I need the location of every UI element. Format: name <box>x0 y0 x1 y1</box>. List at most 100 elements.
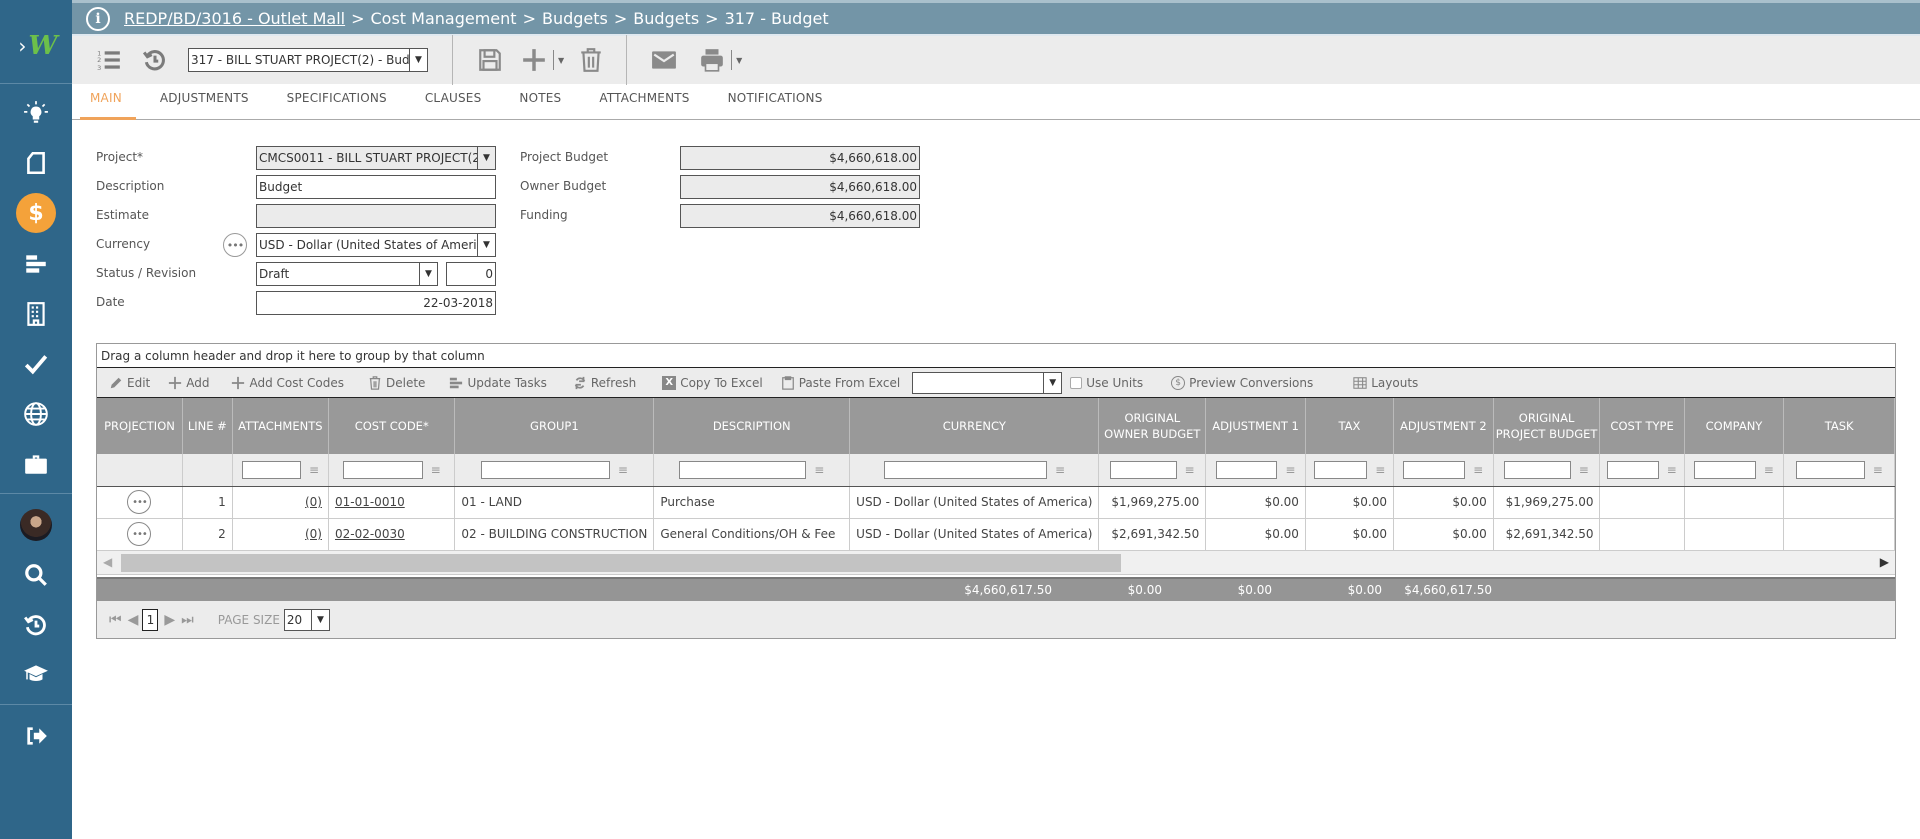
tab-attachments[interactable]: ATTACHMENTS <box>580 91 708 119</box>
column-header-projection[interactable]: PROJECTION <box>97 398 183 454</box>
filter-icon[interactable]: ≡ <box>431 463 441 477</box>
breadcrumb-root-link[interactable]: REDP/BD/3016 - Outlet Mall <box>124 9 345 28</box>
status-select[interactable]: Draft ▼ <box>256 262 438 286</box>
tab-adjustments[interactable]: ADJUSTMENTS <box>141 91 268 119</box>
revision-field[interactable]: 0 <box>446 262 496 286</box>
filter-input-original-project-budget[interactable] <box>1504 460 1571 479</box>
scroll-right-icon[interactable]: ▶ <box>1880 555 1889 569</box>
current-page[interactable]: 1 <box>142 608 159 631</box>
column-header-adjustment-1[interactable]: ADJUSTMENT 1 <box>1205 398 1306 454</box>
column-header-tax[interactable]: TAX <box>1305 398 1394 454</box>
sidebar-item-logout[interactable] <box>16 716 56 756</box>
edit-button[interactable]: Edit <box>109 376 150 390</box>
filter-input-cost-type[interactable] <box>1607 460 1659 479</box>
scrollbar-thumb[interactable] <box>121 554 1121 572</box>
sidebar-item-documents[interactable] <box>16 143 56 183</box>
tab-main[interactable]: MAIN <box>72 91 141 120</box>
column-header-description[interactable]: DESCRIPTION <box>653 398 851 454</box>
filter-input-attachments[interactable] <box>241 460 301 479</box>
attachments-link[interactable]: (0) <box>305 527 322 541</box>
column-header-currency[interactable]: CURRENCY <box>849 398 1100 454</box>
sidebar-expand-button[interactable]: › W <box>0 20 72 72</box>
tab-notifications[interactable]: NOTIFICATIONS <box>709 91 842 119</box>
tab-specifications[interactable]: SPECIFICATIONS <box>268 91 406 119</box>
filter-icon[interactable]: ≡ <box>814 463 824 477</box>
checkbox-icon[interactable] <box>1070 376 1083 389</box>
filter-input-currency[interactable] <box>883 460 1047 479</box>
add-row-button[interactable]: Add <box>168 376 209 390</box>
cost-code-link[interactable]: 02-02-0030 <box>335 527 405 541</box>
chevron-down-icon[interactable]: ▼ <box>477 234 495 256</box>
filter-input-tax[interactable] <box>1313 460 1368 479</box>
delete-row-button[interactable]: Delete <box>368 376 425 390</box>
filter-input-adjustment-2[interactable] <box>1403 460 1466 479</box>
refresh-button[interactable]: Refresh <box>573 376 636 390</box>
list-button[interactable]: 123 <box>96 47 122 73</box>
sidebar-item-profile[interactable] <box>16 505 56 545</box>
column-header-line[interactable]: LINE # <box>182 398 233 454</box>
filter-icon[interactable]: ≡ <box>1667 463 1677 477</box>
filter-icon[interactable]: ≡ <box>309 463 319 477</box>
last-page-icon[interactable]: ⏭ <box>181 612 194 628</box>
chevron-down-icon[interactable]: ▼ <box>419 263 437 285</box>
group-drop-zone[interactable]: Drag a column header and drop it here to… <box>97 344 1895 368</box>
add-cost-codes-button[interactable]: Add Cost Codes <box>231 376 344 390</box>
sidebar-item-search[interactable] <box>16 555 56 595</box>
sidebar-item-schedule[interactable] <box>16 244 56 284</box>
use-units-checkbox[interactable]: Use Units <box>1070 376 1143 390</box>
column-header-original-owner-budget[interactable]: ORIGINAL OWNER BUDGET <box>1098 398 1207 454</box>
info-icon[interactable]: i <box>86 6 110 31</box>
chevron-down-icon[interactable]: ▼ <box>736 56 742 65</box>
description-field[interactable]: Budget <box>256 175 496 199</box>
column-header-attachments[interactable]: ATTACHMENTS <box>232 398 329 454</box>
filter-icon[interactable]: ≡ <box>1185 463 1195 477</box>
attachments-link[interactable]: (0) <box>305 495 322 509</box>
update-tasks-button[interactable]: Update Tasks <box>449 376 547 390</box>
add-button[interactable]: ▼ <box>521 47 564 73</box>
chevron-down-icon[interactable]: ▼ <box>477 147 495 169</box>
layout-select[interactable]: ▼ <box>912 371 1063 394</box>
column-header-task[interactable]: TASK <box>1783 398 1895 454</box>
filter-input-cost-code[interactable] <box>342 460 423 479</box>
first-page-icon[interactable]: ⏮ <box>109 612 122 628</box>
filter-icon[interactable]: ≡ <box>1055 463 1065 477</box>
copy-to-excel-button[interactable]: X Copy To Excel <box>662 375 763 390</box>
chevron-down-icon[interactable]: ▼ <box>558 56 564 65</box>
estimate-field[interactable] <box>256 204 496 228</box>
date-field[interactable]: 22-03-2018 <box>256 291 496 315</box>
sidebar-item-ideas[interactable] <box>16 93 56 133</box>
next-page-icon[interactable]: ▶ <box>164 612 175 628</box>
column-header-company[interactable]: COMPANY <box>1684 398 1785 454</box>
filter-icon[interactable]: ≡ <box>618 463 628 477</box>
cost-code-link[interactable]: 01-01-0010 <box>335 495 405 509</box>
sidebar-item-tasks[interactable] <box>16 344 56 384</box>
chevron-down-icon[interactable]: ▼ <box>310 609 329 630</box>
currency-select[interactable]: USD - Dollar (United States of America) … <box>256 233 496 257</box>
column-header-adjustment-2[interactable]: ADJUSTMENT 2 <box>1393 398 1494 454</box>
filter-icon[interactable]: ≡ <box>1285 463 1295 477</box>
delete-button[interactable] <box>578 47 604 73</box>
projection-button[interactable]: ••• <box>127 490 152 514</box>
email-button[interactable] <box>651 47 677 73</box>
layouts-button[interactable]: Layouts <box>1353 376 1418 390</box>
column-header-original-project-budget[interactable]: ORIGINAL PROJECT BUDGET <box>1493 398 1601 454</box>
filter-icon[interactable]: ≡ <box>1764 463 1774 477</box>
filter-icon[interactable]: ≡ <box>1873 463 1883 477</box>
chevron-down-icon[interactable]: ▼ <box>1043 372 1061 393</box>
print-button[interactable]: ▼ <box>699 47 742 73</box>
filter-input-adjustment-1[interactable] <box>1215 460 1278 479</box>
sidebar-item-training[interactable] <box>16 654 56 694</box>
column-header-cost-code[interactable]: COST CODE* <box>328 398 456 454</box>
table-row[interactable]: ••• 2 (0) 02-02-0030 02 - BUILDING CONST… <box>97 518 1895 551</box>
filter-input-company[interactable] <box>1694 460 1756 479</box>
project-select[interactable]: CMCS0011 - BILL STUART PROJECT(2) ▼ <box>256 146 496 170</box>
preview-conversions-button[interactable]: $ Preview Conversions <box>1171 375 1313 390</box>
column-header-group1[interactable]: GROUP1 <box>454 398 655 454</box>
sidebar-item-facilities[interactable] <box>16 294 56 334</box>
paste-from-excel-button[interactable]: Paste From Excel <box>781 376 900 390</box>
tab-clauses[interactable]: CLAUSES <box>406 91 501 119</box>
tab-notes[interactable]: NOTES <box>500 91 580 119</box>
record-select[interactable]: 317 - BILL STUART PROJECT(2) - Budget ▼ <box>188 48 428 72</box>
history-button[interactable] <box>142 47 168 73</box>
table-row[interactable]: ••• 1 (0) 01-01-0010 01 - LAND Purchase … <box>97 486 1895 519</box>
